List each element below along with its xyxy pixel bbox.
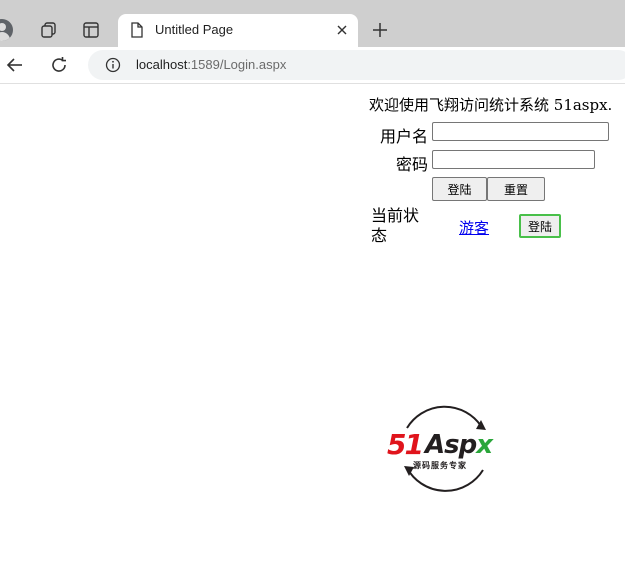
status-label: 当前状态	[371, 206, 420, 245]
guest-link[interactable]: 游客	[459, 217, 489, 238]
url-path: :1589/Login.aspx	[187, 57, 287, 72]
address-url: localhost:1589/Login.aspx	[136, 57, 286, 72]
profile-avatar-icon[interactable]	[0, 19, 13, 41]
page-icon	[130, 22, 144, 42]
address-bar[interactable]: localhost:1589/Login.aspx	[88, 50, 625, 80]
tab-strip: Untitled Page	[0, 0, 625, 47]
refresh-icon[interactable]	[46, 52, 72, 78]
tab-title: Untitled Page	[155, 22, 234, 37]
reset-button[interactable]: 重置	[487, 177, 545, 201]
welcome-heading: 欢迎使用飞翔访问统计系统 51aspx.	[369, 96, 613, 114]
username-label: 用户名	[380, 127, 429, 146]
browser-tab[interactable]: Untitled Page	[118, 14, 358, 47]
username-input[interactable]	[432, 122, 609, 141]
back-arrow-icon[interactable]	[2, 52, 28, 78]
close-icon[interactable]	[334, 22, 350, 38]
status-login-button[interactable]: 登陆	[519, 214, 561, 238]
tab-actions-icon[interactable]	[78, 17, 104, 43]
login-button[interactable]: 登陆	[432, 177, 487, 201]
new-tab-plus-icon[interactable]	[368, 18, 392, 42]
logo-brand-text: Aspx	[425, 430, 493, 460]
logo-tagline: 源码服务专家	[413, 461, 467, 470]
password-label: 密码	[396, 155, 429, 174]
url-host: localhost	[136, 57, 188, 72]
site-info-icon[interactable]	[105, 57, 121, 77]
logo-digits: 51	[387, 428, 424, 461]
logo-brand-x: x	[476, 430, 493, 460]
password-input[interactable]	[432, 150, 595, 169]
site-logo: 51 Aspx 源码服务专家	[385, 400, 515, 496]
collections-icon[interactable]	[36, 17, 62, 43]
browser-toolbar: localhost:1589/Login.aspx	[0, 47, 625, 84]
